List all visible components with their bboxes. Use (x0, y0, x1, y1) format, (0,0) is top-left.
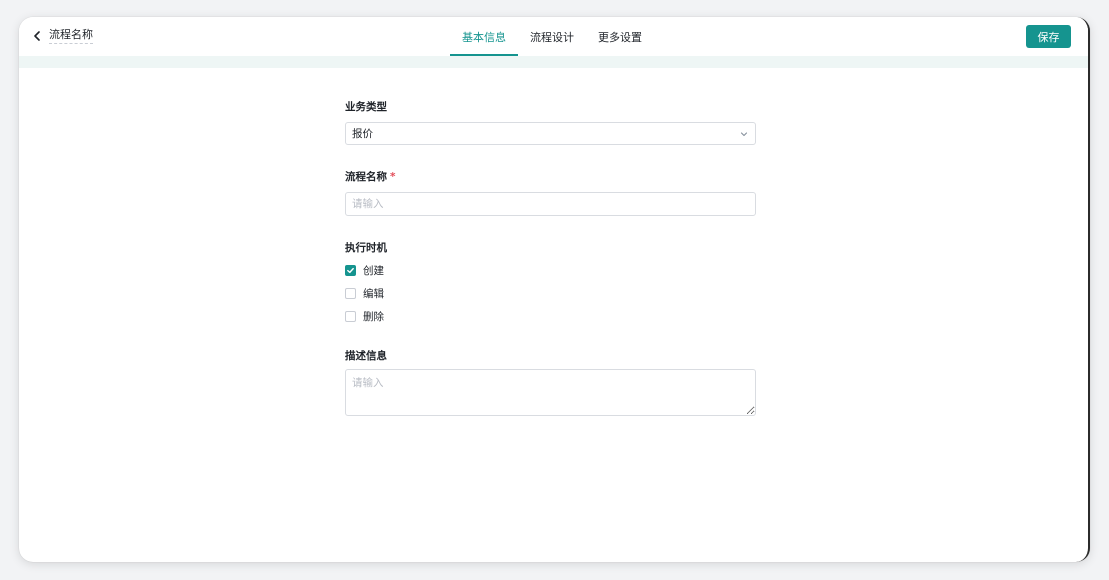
checkbox-create-label: 创建 (363, 265, 384, 277)
description-label: 描述信息 (345, 350, 387, 362)
business-type-select[interactable]: 报价 (345, 122, 756, 145)
description-textarea[interactable] (345, 369, 756, 416)
business-type-value: 报价 (352, 128, 373, 140)
required-mark: * (390, 171, 396, 183)
field-description: 描述信息 (345, 349, 756, 416)
back-button[interactable]: 流程名称 (30, 28, 93, 44)
flow-title[interactable]: 流程名称 (49, 28, 93, 44)
header-divider (19, 56, 1088, 68)
checkbox-create[interactable]: 创建 (345, 259, 756, 282)
field-execution-timing: 执行时机 创建 编辑 删除 (345, 241, 756, 328)
field-flow-name: 流程名称 * (345, 170, 756, 216)
field-business-type: 业务类型 报价 (345, 100, 756, 145)
checkbox-unchecked-icon (345, 311, 356, 322)
checkbox-delete[interactable]: 删除 (345, 305, 756, 328)
tab-basic-info[interactable]: 基本信息 (450, 17, 518, 56)
checkbox-checked-icon (345, 265, 356, 276)
save-button[interactable]: 保存 (1026, 25, 1071, 48)
checkbox-edit[interactable]: 编辑 (345, 282, 756, 305)
execution-timing-options: 创建 编辑 删除 (345, 259, 756, 328)
flow-name-label: 流程名称 * (345, 171, 396, 183)
checkbox-delete-label: 删除 (363, 311, 384, 323)
chevron-left-icon (30, 29, 44, 43)
tab-bar: 基本信息 流程设计 更多设置 (450, 17, 654, 56)
basic-info-form: 业务类型 报价 流程名称* 执行时机 创建 (345, 100, 756, 416)
flow-name-input[interactable] (345, 192, 756, 216)
checkbox-unchecked-icon (345, 288, 356, 299)
tab-flow-design[interactable]: 流程设计 (518, 17, 586, 56)
app-window: 流程名称 基本信息 流程设计 更多设置 保存 业务类型 报价 流程名称* 执行时… (19, 17, 1090, 562)
business-type-label: 业务类型 (345, 101, 387, 113)
execution-timing-label: 执行时机 (345, 242, 387, 254)
checkbox-edit-label: 编辑 (363, 288, 384, 300)
page-header: 流程名称 基本信息 流程设计 更多设置 保存 (19, 17, 1088, 56)
tab-more-settings[interactable]: 更多设置 (586, 17, 654, 56)
chevron-down-icon (739, 129, 749, 139)
